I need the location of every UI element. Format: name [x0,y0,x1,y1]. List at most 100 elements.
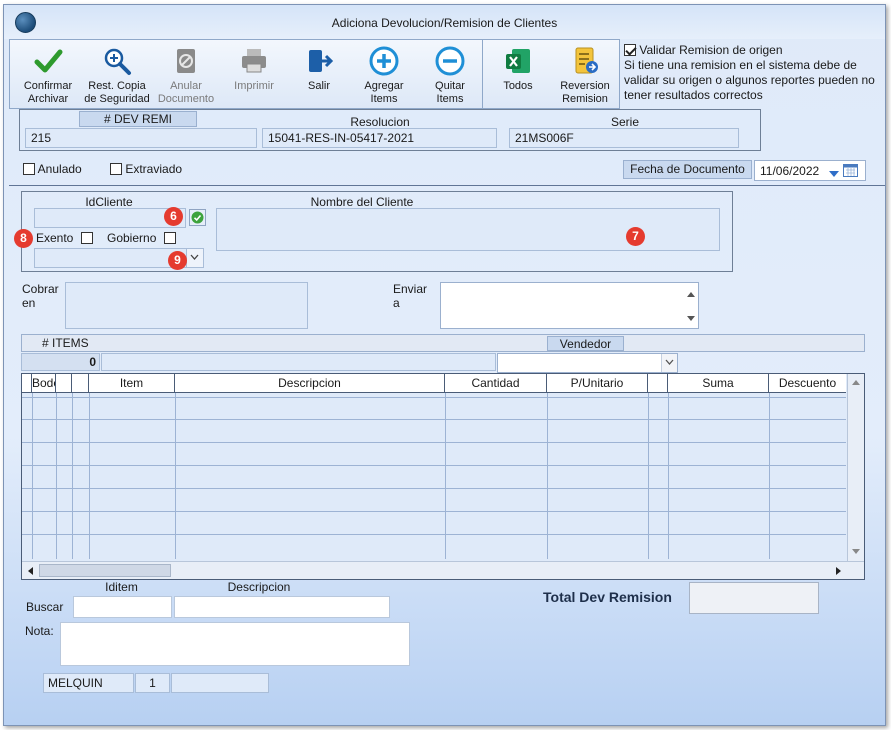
minus-circle-icon [435,46,465,76]
confirm-button[interactable]: Confirmar Archivar [14,40,82,108]
grid-col-blank-3[interactable] [648,374,668,393]
chevron-down-icon[interactable] [186,249,203,267]
serie-field[interactable]: 21MS006F [509,128,739,148]
window-title: Adiciona Devolucion/Remision de Clientes [331,16,558,30]
fecha-label: Fecha de Documento [623,160,752,179]
fecha-picker[interactable]: 11/06/2022 [754,160,866,181]
validate-client-button[interactable] [189,209,206,226]
scroll-down-icon[interactable] [852,548,860,557]
nombre-cliente-field[interactable] [216,208,720,251]
grid-col-suma[interactable]: Suma [668,374,769,393]
dev-remi-label: # DEV REMI [79,111,197,127]
reversal-button[interactable]: Reversion Remision [551,40,619,108]
scroll-up-icon[interactable] [852,378,860,387]
nota-textarea[interactable] [60,622,410,666]
callout-badge-6: 6 [164,207,183,226]
gobierno-option[interactable]: Gobierno [107,231,176,245]
toolbar: Confirmar Archivar Rest. Copia de Seguri… [9,39,483,109]
toolbar-secondary: Todos Reversion Remision [482,39,620,109]
items-summary-field [101,353,496,371]
excel-icon [503,46,533,76]
gobierno-checkbox[interactable] [163,232,176,244]
footer-number: 1 [135,673,170,693]
grid-col-line [89,393,90,559]
total-field [689,582,819,614]
grid-col-item[interactable]: Item [89,374,175,393]
grid-col-cantidad[interactable]: Cantidad [445,374,547,393]
serie-label: Serie [610,115,639,129]
exento-checkbox[interactable] [80,232,93,244]
resolucion-field[interactable]: 15041-RES-IN-05417-2021 [262,128,497,148]
grid-col-line [32,393,33,559]
vendedor-label: Vendedor [547,336,624,351]
items-header-bar: # ITEMS Vendedor [21,334,865,352]
exento-label: Exento [36,231,74,245]
print-button[interactable]: Imprimir [220,40,288,108]
grid-row-line [22,465,846,466]
document-reversal-icon [570,46,600,76]
grid-col-punitario[interactable]: P/Unitario [547,374,648,393]
validate-checkbox[interactable] [624,44,636,56]
grid-col-line [547,393,548,559]
extraviado-option[interactable]: Extraviado [110,162,182,176]
grid-col-line [56,393,57,559]
remove-items-button[interactable]: Quitar Items [418,40,482,108]
grid-col-descuento[interactable]: Descuento [769,374,846,393]
restore-backup-button[interactable]: Rest. Copia de Seguridad [82,40,152,108]
grid-col-line [769,393,770,559]
validate-note: Si tiene una remision en el sistema debe… [624,58,875,102]
calendar-icon[interactable] [843,164,858,180]
anulado-option[interactable]: Anulado [23,162,82,176]
document-cancel-icon [171,46,201,76]
fecha-value: 11/06/2022 [760,164,820,178]
items-grid[interactable]: Bodega Item Descripcion Cantidad P/Unita… [21,373,865,580]
grid-scroll-thumb[interactable] [39,564,171,577]
scroll-down-icon[interactable] [687,311,695,325]
grid-col-line [668,393,669,559]
anulado-checkbox[interactable] [23,163,35,175]
extraviado-label: Extraviado [125,162,183,176]
exit-button[interactable]: Salir [288,40,350,108]
grid-row-line [22,534,846,535]
scroll-left-icon[interactable] [27,567,33,577]
grid-col-blank-2[interactable] [72,374,89,393]
items-count-field: 0 [21,353,100,371]
grid-row-line [22,397,846,398]
exit-door-icon [304,46,334,76]
grid-vertical-scrollbar[interactable] [847,374,864,561]
validate-label: Validar Remision de origen [639,43,783,57]
iditem-label: Iditem [105,580,138,594]
cobrar-field[interactable] [65,282,308,329]
exento-option[interactable]: Exento [36,231,93,245]
vendedor-dropdown[interactable] [497,353,678,373]
dev-remi-field[interactable]: 215 [25,128,257,148]
chevron-down-icon[interactable] [661,354,677,372]
scroll-right-icon[interactable] [836,567,842,577]
search-desc-label: Descripcion [227,580,291,594]
cancel-document-button[interactable]: Anular Documento [152,40,220,108]
extraviado-checkbox[interactable] [110,163,122,175]
grid-col-line [175,393,176,559]
callout-badge-9: 9 [168,251,187,270]
validate-section: Validar Remision de origen Si tiene una … [624,43,879,103]
callout-badge-7: 7 [626,227,645,246]
chevron-down-icon[interactable] [829,167,839,180]
grid-row-line [22,442,846,443]
scroll-up-icon[interactable] [687,286,695,300]
grid-header: Bodega Item Descripcion Cantidad P/Unita… [22,374,846,393]
buscar-label: Buscar [26,600,64,614]
grid-horizontal-scrollbar[interactable] [22,561,864,579]
document-group: # DEV REMI 215 Resolucion 15041-RES-IN-0… [19,109,761,151]
desc-search-input[interactable] [174,596,390,618]
main-window: Adiciona Devolucion/Remision de Clientes… [3,4,886,726]
grid-col-bodega[interactable]: Bodega [32,374,56,393]
grid-col-blank-1[interactable] [56,374,72,393]
grid-col-line [445,393,446,559]
add-items-button[interactable]: Agregar Items [350,40,418,108]
gobierno-label: Gobierno [107,231,157,245]
export-all-button[interactable]: Todos [487,40,549,108]
grid-col-descripcion[interactable]: Descripcion [175,374,445,393]
iditem-search-input[interactable] [73,596,172,618]
enviar-field[interactable] [440,282,699,329]
enviar-label: Enviar a [393,282,428,310]
